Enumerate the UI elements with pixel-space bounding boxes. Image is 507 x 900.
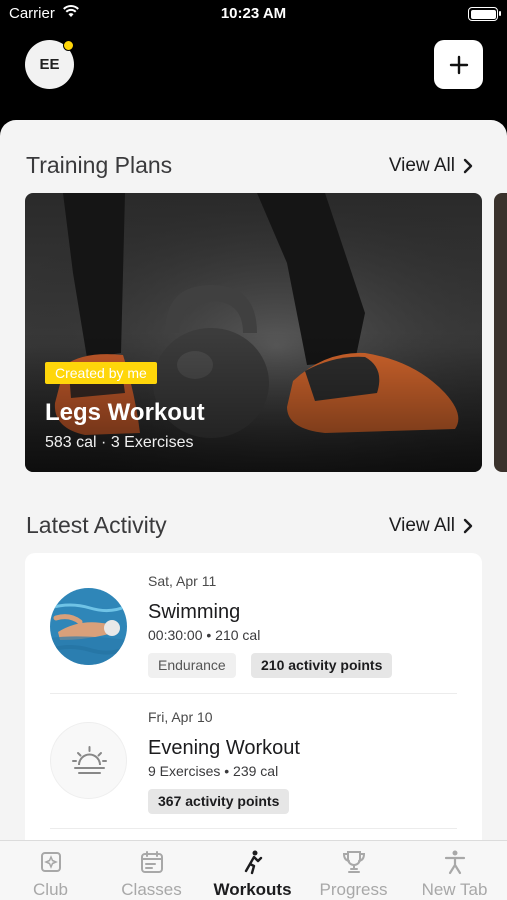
training-plans-view-all[interactable]: View All — [389, 155, 473, 177]
kettlebell-photo — [25, 193, 482, 472]
activity-item[interactable]: Fri, Apr 10 Evening Workout 9 Exercises … — [25, 694, 482, 834]
person-icon — [444, 850, 466, 875]
tab-workouts[interactable]: Workouts — [202, 841, 303, 900]
club-icon — [41, 852, 61, 872]
trophy-icon — [342, 851, 366, 873]
status-bar: Carrier 10:23 AM — [0, 0, 507, 30]
activity-date: Fri, Apr 10 — [148, 709, 213, 725]
plan-title: Legs Workout — [45, 399, 205, 426]
latest-activity-view-all[interactable]: View All — [389, 515, 473, 537]
workouts-icon — [244, 850, 263, 875]
plan-meta: 583 cal · 3 Exercises — [45, 434, 194, 451]
tab-club[interactable]: Club — [0, 841, 101, 900]
chevron-right-icon — [463, 158, 473, 174]
activity-name: Swimming — [148, 601, 241, 623]
add-button[interactable] — [434, 40, 483, 89]
tab-bar: Club Classes Workouts Progress New Tab — [0, 840, 507, 900]
created-by-me-badge: Created by me — [45, 362, 157, 384]
evening-workout-thumb — [50, 722, 127, 799]
sunset-icon — [72, 746, 107, 774]
latest-activity-title: Latest Activity — [26, 512, 167, 538]
training-plan-card[interactable]: Created by me Legs Workout 583 cal · 3 E… — [25, 193, 482, 472]
tab-new-tab[interactable]: New Tab — [404, 841, 505, 900]
tab-classes[interactable]: Classes — [101, 841, 202, 900]
view-all-label: View All — [388, 515, 455, 536]
training-plans-title: Training Plans — [26, 152, 173, 178]
tab-label: Workouts — [213, 880, 292, 899]
swimming-photo — [50, 588, 127, 665]
clock: 10:23 AM — [220, 5, 287, 22]
activity-name: Evening Workout — [148, 737, 300, 759]
tab-progress[interactable]: Progress — [303, 841, 404, 900]
tab-label: Classes — [121, 880, 182, 899]
activity-points-tag: 210 activity points — [251, 653, 393, 678]
classes-icon — [141, 851, 163, 873]
battery-icon — [468, 7, 501, 21]
tab-label: Club — [33, 880, 68, 899]
tab-label: New Tab — [421, 880, 488, 899]
activity-meta: 9 Exercises • 239 cal — [148, 763, 279, 779]
content-sheet: Training Plans View All Created by me Le… — [0, 120, 507, 900]
activity-points-tag: 367 activity points — [148, 789, 290, 814]
activity-date: Sat, Apr 11 — [148, 573, 217, 589]
notification-dot — [63, 40, 74, 51]
plus-icon — [449, 55, 468, 74]
chevron-right-icon — [463, 518, 473, 534]
avatar-initials: EE — [39, 56, 60, 73]
divider — [50, 828, 457, 829]
activity-meta: 00:30:00 • 210 cal — [148, 627, 261, 643]
activity-item[interactable]: Sat, Apr 11 Swimming 00:30:00 • 210 cal … — [25, 553, 482, 693]
tab-label: Progress — [319, 880, 388, 899]
activity-tag: Endurance — [148, 653, 236, 678]
view-all-label: View All — [388, 155, 455, 176]
next-plan-card[interactable] — [494, 193, 507, 472]
